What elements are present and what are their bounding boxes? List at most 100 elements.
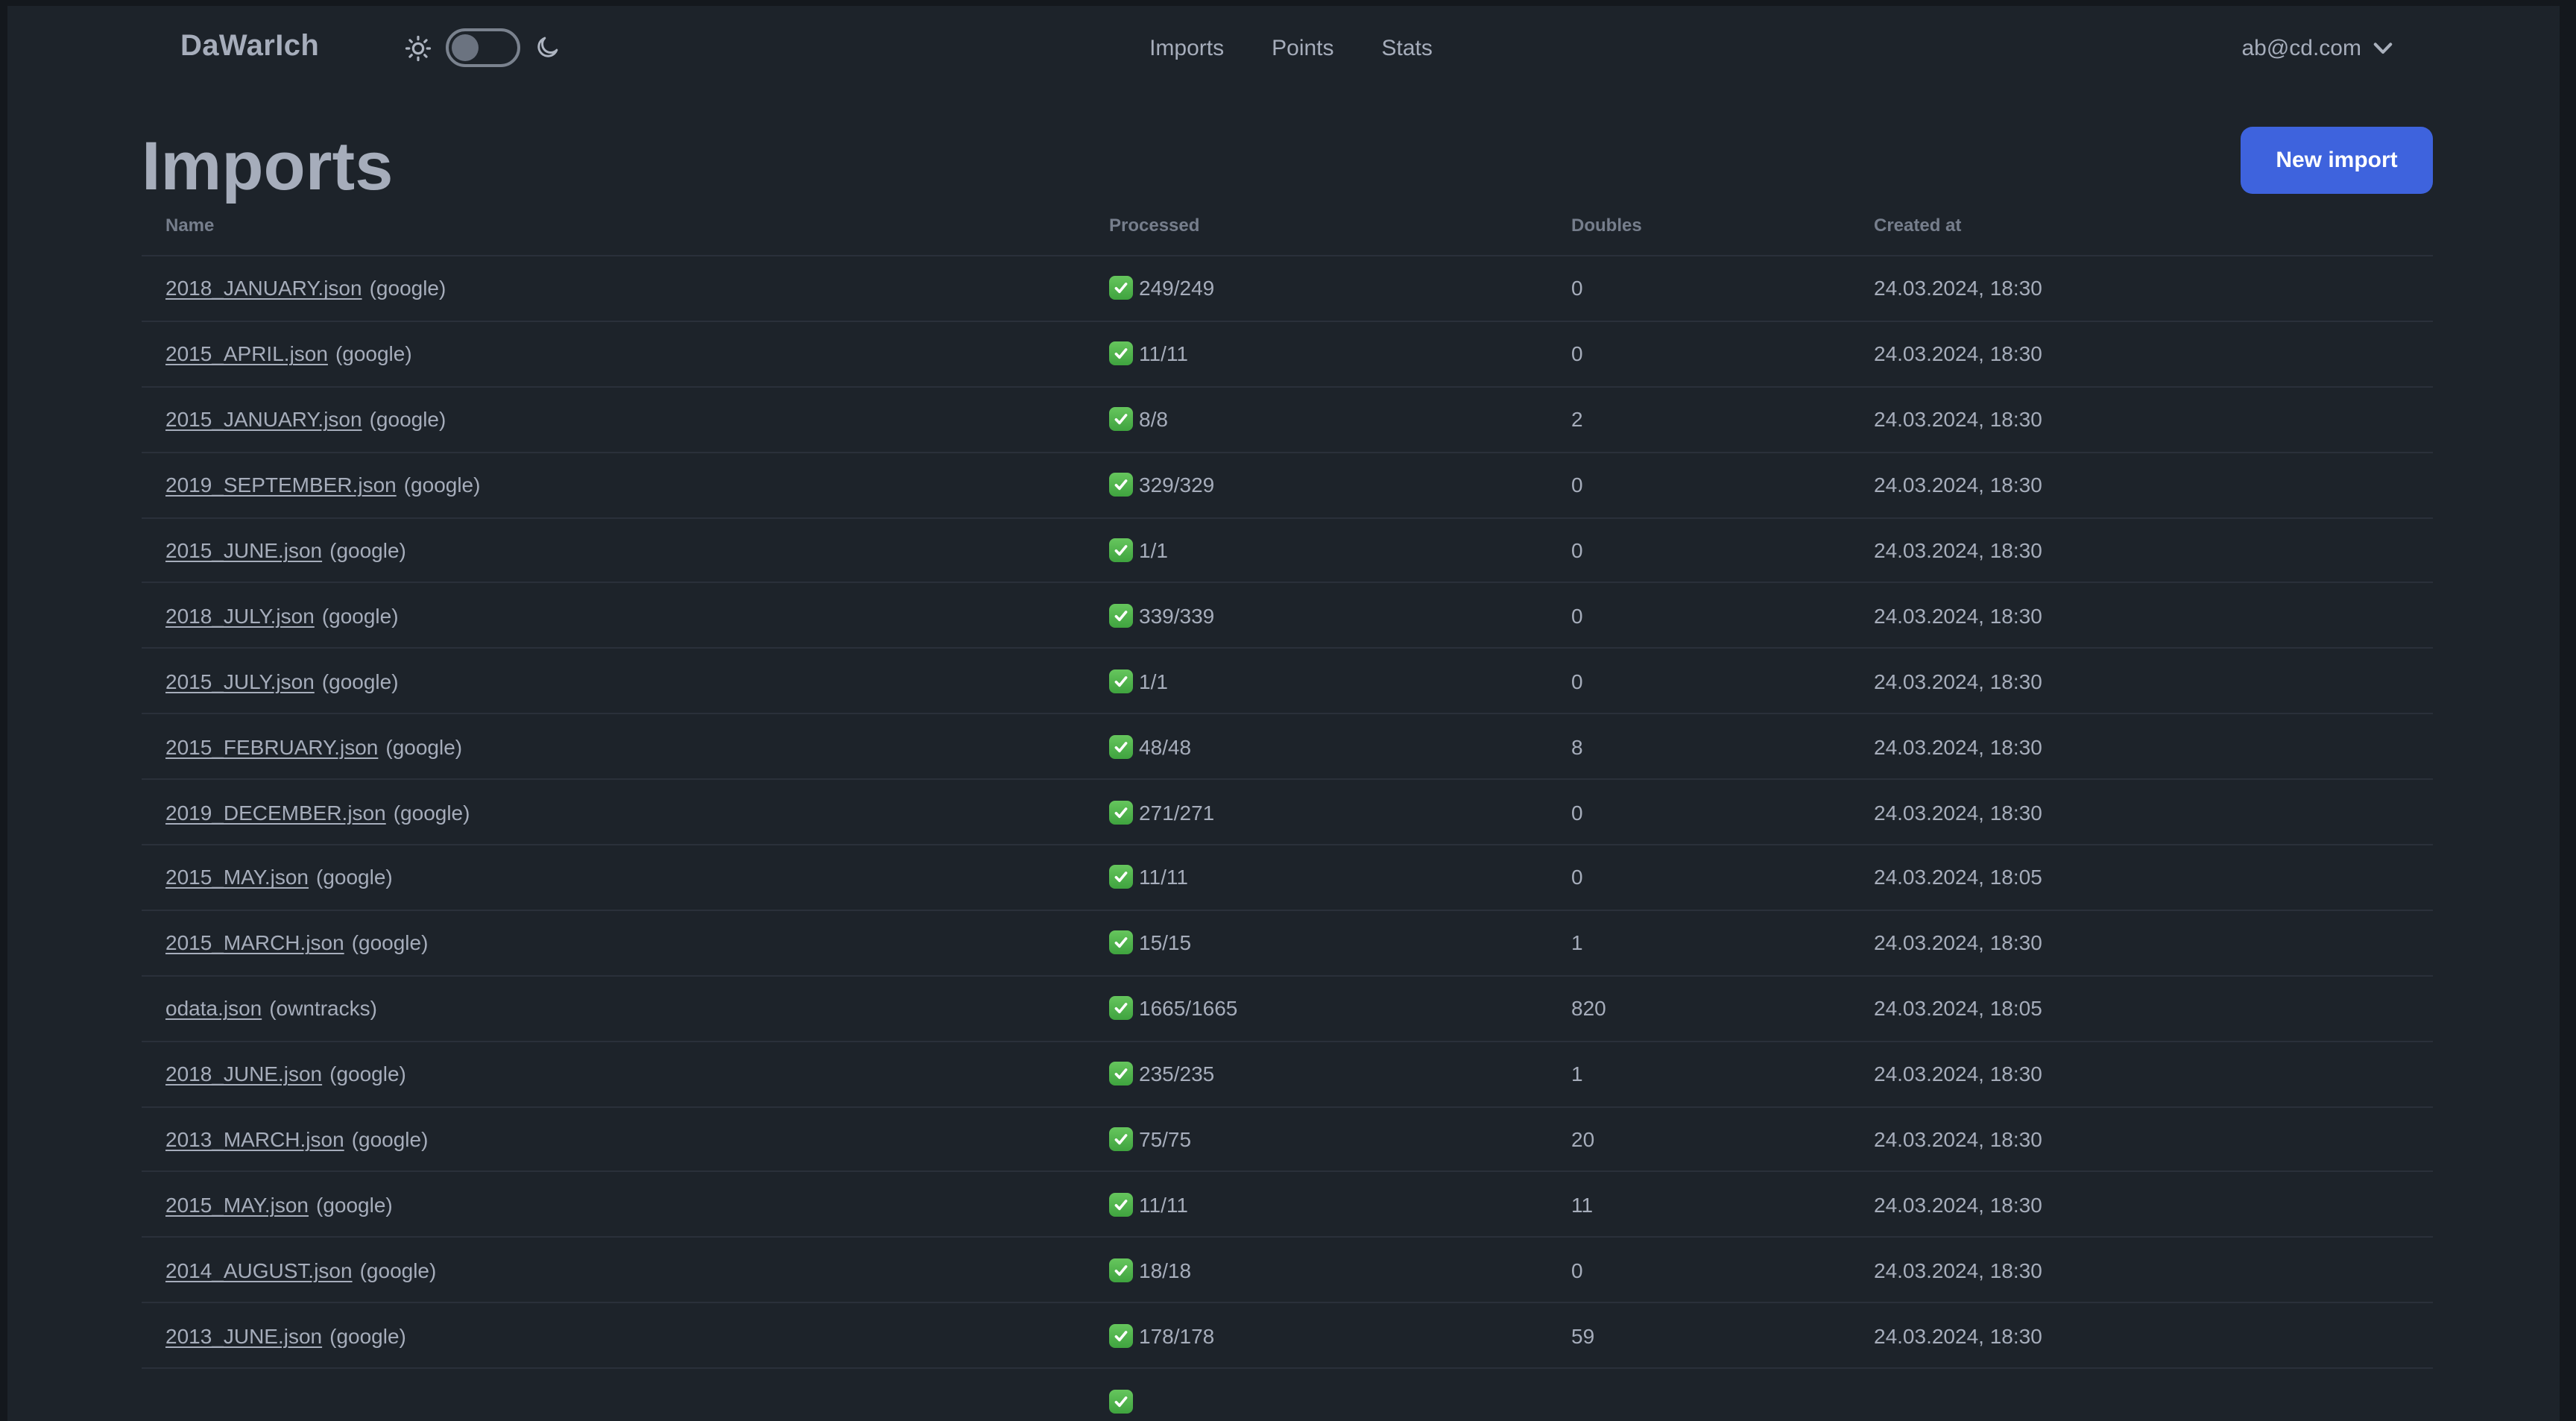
check-icon <box>1109 930 1133 955</box>
doubles-count: 1 <box>1571 930 1583 955</box>
doubles-count: 59 <box>1571 1323 1595 1348</box>
import-file-link[interactable]: 2013_MARCH.json <box>165 1127 344 1151</box>
column-header-processed: Processed <box>1109 215 1200 236</box>
check-icon <box>1109 1192 1133 1217</box>
check-icon <box>1109 996 1133 1021</box>
created-at: 24.03.2024, 18:30 <box>1874 1192 2042 1217</box>
created-at: 24.03.2024, 18:30 <box>1874 1258 2042 1282</box>
processed-count: 339/339 <box>1139 603 1215 628</box>
name-cell: 2015_MAY.json (google) <box>165 1193 1109 1217</box>
user-menu[interactable]: ab@cd.com <box>2241 6 2393 89</box>
import-file-link[interactable]: 2018_JULY.json <box>165 604 315 628</box>
doubles-count: 0 <box>1571 669 1583 693</box>
created-at: 24.03.2024, 18:05 <box>1874 865 2042 889</box>
check-icon <box>1109 407 1133 432</box>
import-file-link[interactable]: 2014_AUGUST.json <box>165 1258 353 1282</box>
processed-cell: 249/249 <box>1109 276 1571 300</box>
import-source: (google) <box>369 276 446 300</box>
import-file-link[interactable]: 2015_FEBRUARY.json <box>165 734 378 758</box>
import-file-link[interactable]: 2019_DECEMBER.json <box>165 800 386 824</box>
import-source: (google) <box>316 865 393 889</box>
processed-cell: 11/11 <box>1109 1192 1571 1217</box>
table-row: 2019_SEPTEMBER.json (google) 329/329 0 24 <box>142 451 2433 517</box>
name-cell: 2015_JULY.json (google) <box>165 669 1109 693</box>
table-row: 2015_FEBRUARY.json (google) 48/48 8 24.03 <box>142 713 2433 778</box>
doubles-count: 2 <box>1571 407 1583 432</box>
import-file-link[interactable]: 2015_MAY.json <box>165 1193 309 1217</box>
table-row: 2015_JULY.json (google) 1/1 0 24.03.2024, <box>142 647 2433 713</box>
import-file-link[interactable]: 2015_MARCH.json <box>165 931 344 955</box>
doubles-count: 0 <box>1571 865 1583 889</box>
import-source: (google) <box>403 473 481 497</box>
check-icon <box>1109 603 1133 628</box>
processed-cell <box>1109 1389 1571 1414</box>
name-cell: 2013_MARCH.json (google) <box>165 1127 1109 1151</box>
import-source: (google) <box>321 603 399 628</box>
import-file-link[interactable]: 2018_JANUARY.json <box>165 277 362 300</box>
nav-link[interactable]: Imports <box>1126 35 1248 60</box>
check-icon <box>1109 538 1133 562</box>
check-icon <box>1109 1323 1133 1348</box>
table-row <box>142 1367 2433 1421</box>
import-source: (google) <box>359 1258 437 1282</box>
import-source: (google) <box>329 1323 406 1348</box>
processed-count: 249/249 <box>1139 276 1215 300</box>
check-icon <box>1109 1389 1133 1414</box>
name-cell: 2018_JANUARY.json (google) <box>165 277 1109 300</box>
check-icon <box>1109 1258 1133 1282</box>
table-row: 2013_MARCH.json (google) 75/75 20 24.03.2 <box>142 1106 2433 1171</box>
import-source: (google) <box>329 538 406 562</box>
doubles-count: 11 <box>1571 1192 1594 1217</box>
processed-count: 11/11 <box>1139 341 1188 366</box>
created-at: 24.03.2024, 18:30 <box>1874 407 2042 432</box>
processed-count: 329/329 <box>1139 473 1215 497</box>
import-file-link[interactable]: 2015_JULY.json <box>165 669 315 693</box>
processed-count: 75/75 <box>1139 1127 1192 1152</box>
import-file-link[interactable]: odata.json <box>165 996 262 1020</box>
import-file-link[interactable]: 2015_JANUARY.json <box>165 407 362 431</box>
import-file-link[interactable]: 2015_MAY.json <box>165 866 309 889</box>
created-at: 24.03.2024, 18:30 <box>1874 1062 2042 1086</box>
app-logo[interactable]: DaWarIch <box>180 30 319 64</box>
table-row: 2014_AUGUST.json (google) 18/18 0 24.03.2 <box>142 1236 2433 1302</box>
nav-link[interactable]: Points <box>1248 35 1357 60</box>
table-row: 2018_JUNE.json (google) 235/235 1 24.03.2 <box>142 1040 2433 1106</box>
doubles-count: 0 <box>1571 1258 1583 1282</box>
screen: DaWarIch Imports Points Stats ab@cd.com … <box>0 0 2576 1421</box>
name-cell: 2014_AUGUST.json (google) <box>165 1258 1109 1282</box>
doubles-count: 0 <box>1571 603 1583 628</box>
created-at: 24.03.2024, 18:30 <box>1874 341 2042 366</box>
name-cell: 2015_FEBRUARY.json (google) <box>165 734 1109 758</box>
doubles-count: 0 <box>1571 538 1583 562</box>
created-at: 24.03.2024, 18:30 <box>1874 669 2042 693</box>
theme-toggle[interactable] <box>446 28 520 67</box>
column-header-doubles: Doubles <box>1571 215 1642 236</box>
import-file-link[interactable]: 2013_JUNE.json <box>165 1323 322 1347</box>
name-cell: 2013_JUNE.json (google) <box>165 1323 1109 1347</box>
navbar: DaWarIch Imports Points Stats ab@cd.com <box>7 6 2560 89</box>
import-file-link[interactable]: 2015_APRIL.json <box>165 342 328 366</box>
doubles-count: 820 <box>1571 996 1606 1021</box>
table-row: 2015_JANUARY.json (google) 8/8 2 24.03.20 <box>142 385 2433 452</box>
check-icon <box>1109 341 1133 366</box>
name-cell: 2015_APRIL.json (google) <box>165 342 1109 366</box>
processed-cell: 75/75 <box>1109 1127 1571 1152</box>
processed-cell: 178/178 <box>1109 1323 1571 1348</box>
table-row: 2018_JULY.json (google) 339/339 0 24.03.2 <box>142 582 2433 648</box>
processed-cell: 11/11 <box>1109 341 1571 366</box>
nav-link[interactable]: Stats <box>1358 35 1456 60</box>
processed-cell: 18/18 <box>1109 1258 1571 1282</box>
toggle-knob <box>452 34 479 61</box>
new-import-button[interactable]: New import <box>2241 127 2433 194</box>
import-file-link[interactable]: 2019_SEPTEMBER.json <box>165 473 397 497</box>
sun-icon <box>405 34 432 61</box>
processed-count: 48/48 <box>1139 734 1192 759</box>
name-cell: 2018_JULY.json (google) <box>165 604 1109 628</box>
table-row: 2015_MARCH.json (google) 15/15 1 24.03.20 <box>142 909 2433 975</box>
import-file-link[interactable]: 2018_JUNE.json <box>165 1062 322 1086</box>
check-icon <box>1109 669 1133 693</box>
user-email: ab@cd.com <box>2241 35 2361 60</box>
processed-cell: 1/1 <box>1109 669 1571 693</box>
import-file-link[interactable]: 2015_JUNE.json <box>165 538 322 562</box>
processed-count: 11/11 <box>1139 1192 1188 1217</box>
